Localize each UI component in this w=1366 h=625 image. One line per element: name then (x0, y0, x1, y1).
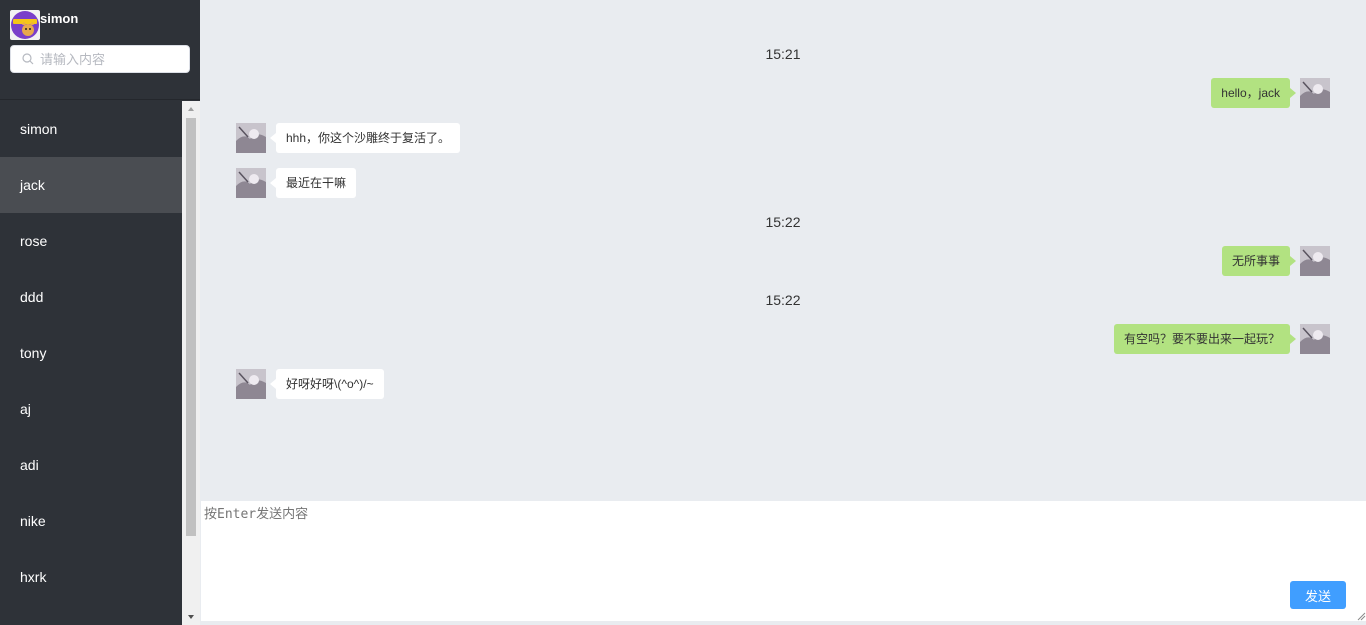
message-bubble-self: 有空吗？要不要出来一起玩？ (1113, 324, 1297, 354)
message-bubble-other: hhh，你这个沙雕终于复活了。 (269, 123, 461, 153)
contact-name: hxrk (20, 569, 47, 585)
message-bubble-other: 好呀好呀\(^o^)/~ (270, 369, 384, 399)
message-bubble-self: 无所事事 (1221, 246, 1297, 276)
chat-message-area: 15:21 hello，jack hhh，你这个沙雕终于复活了。 最近在干嘛 1… (200, 0, 1366, 500)
message-bubble-self: hello，jack (1211, 78, 1296, 108)
message-avatar-self (1300, 324, 1330, 354)
contact-item-jack[interactable]: jack (0, 157, 182, 213)
message-avatar-other (236, 168, 266, 198)
scroll-up-arrow-icon[interactable] (182, 101, 200, 117)
user-avatar[interactable] (10, 10, 40, 40)
contact-name: jack (20, 177, 45, 193)
contact-item-simon[interactable]: simon (0, 101, 182, 157)
scroll-down-arrow-icon[interactable] (182, 609, 200, 625)
scrollbar-thumb[interactable] (186, 118, 196, 536)
contact-name: tony (20, 345, 47, 361)
message-avatar-other (236, 123, 266, 153)
message-bubble-other: 最近在干嘛 (269, 168, 357, 198)
resize-grip-icon[interactable] (1356, 611, 1366, 621)
search-input[interactable] (40, 46, 185, 72)
contact-list-scrollbar[interactable] (182, 101, 200, 625)
message-time: 15:22 (765, 214, 801, 230)
contact-name: nike (20, 513, 46, 529)
search-box[interactable] (10, 45, 190, 73)
contact-item-rose[interactable]: rose (0, 213, 182, 269)
contact-name: aj (20, 401, 31, 417)
contact-item-ddd[interactable]: ddd (0, 269, 182, 325)
contact-name: adi (20, 457, 39, 473)
contact-name: ddd (20, 289, 44, 305)
message-avatar-self (1300, 78, 1330, 108)
send-button[interactable]: 发送 (1290, 581, 1346, 609)
contact-item-nike[interactable]: nike (0, 493, 182, 549)
message-time: 15:22 (765, 292, 801, 308)
message-avatar-other (236, 369, 266, 399)
user-name: simon (40, 11, 79, 26)
contact-name: simon (20, 121, 58, 137)
message-time: 15:21 (765, 46, 801, 62)
search-icon (22, 53, 34, 65)
contact-name: rose (20, 233, 48, 249)
contact-item-tony[interactable]: tony (0, 325, 182, 381)
message-input[interactable] (201, 501, 1366, 621)
contact-item-hxrk[interactable]: hxrk (0, 549, 182, 605)
sidebar: simon simon jack rose ddd tony aj adi ni… (0, 0, 200, 625)
message-avatar-self (1300, 246, 1330, 276)
contact-item-adi[interactable]: adi (0, 437, 182, 493)
contact-list: simon jack rose ddd tony aj adi nike hxr… (0, 101, 182, 625)
contact-item-aj[interactable]: aj (0, 381, 182, 437)
message-composer: 发送 (201, 501, 1366, 621)
sidebar-header: simon (0, 0, 200, 100)
